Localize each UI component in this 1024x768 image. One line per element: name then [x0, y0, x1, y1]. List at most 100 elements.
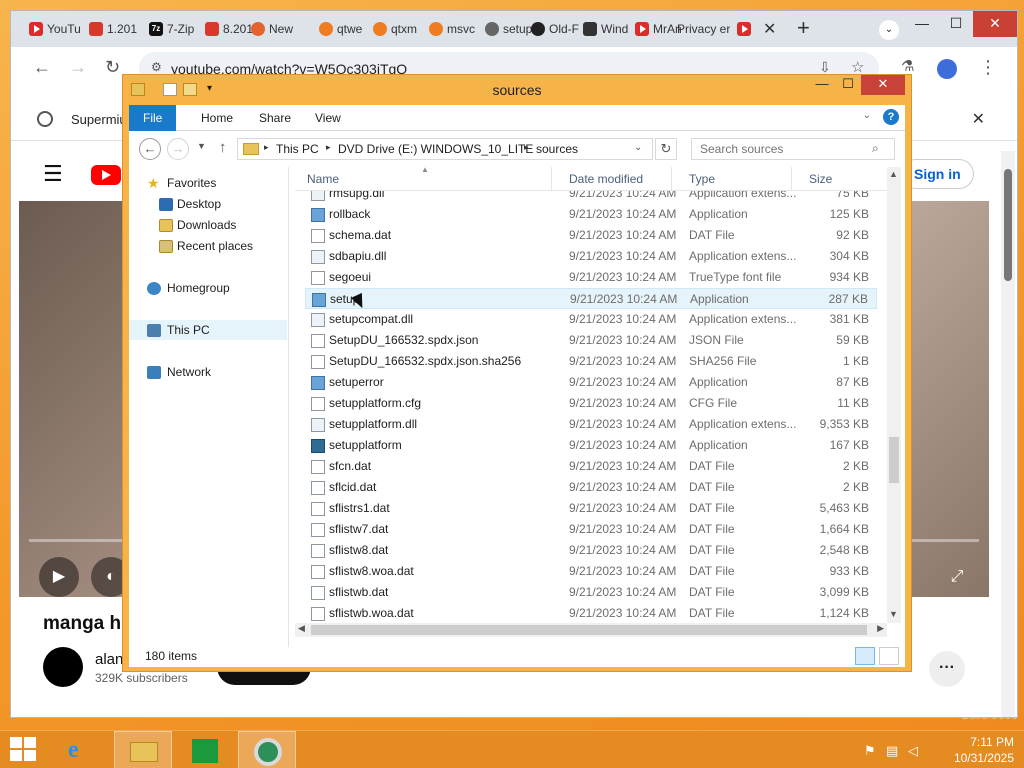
chrome-maximize-button[interactable]: ☐ [939, 11, 973, 37]
large-icons-view-icon[interactable] [879, 647, 899, 665]
tab-home[interactable]: Home [187, 105, 247, 131]
file-row[interactable]: sflistw8.dat 9/21/2023 10:24 AM DAT File 2,… [305, 540, 877, 561]
forward-arrow-icon[interactable]: → [69, 57, 87, 78]
flag-icon[interactable]: ⚑ [864, 743, 876, 759]
chrome-tab[interactable]: YouTu [29, 17, 81, 41]
clock-time[interactable]: 7:11 PM [970, 735, 1014, 749]
file-row[interactable]: setupplatform.dll 9/21/2023 10:24 AM Appli… [305, 414, 877, 435]
chrome-tab[interactable]: 8.201 [205, 17, 253, 41]
up-arrow-icon[interactable]: ↑ [219, 139, 227, 156]
taskbar-store[interactable] [176, 731, 234, 768]
network-tray-icon[interactable]: ▤ [886, 743, 898, 759]
nav-favorites[interactable]: ★ Favorites [129, 173, 287, 193]
nav-downloads[interactable]: Downloads [129, 215, 287, 235]
taskbar-internet-explorer[interactable]: e [52, 731, 110, 768]
vertical-scrollbar-thumb[interactable] [889, 437, 899, 483]
refresh-icon[interactable]: ↻ [655, 138, 677, 160]
new-tab-button[interactable]: + [797, 15, 810, 41]
scroll-down-arrow-icon[interactable]: ▼ [889, 609, 898, 619]
taskbar-file-explorer[interactable] [114, 731, 172, 768]
tab-close-icon[interactable]: ✕ [763, 19, 776, 39]
breadcrumb-dvd-drive[interactable]: DVD Drive (E:) WINDOWS_10_LITE [338, 142, 533, 156]
labs-flask-icon[interactable]: ⚗ [901, 57, 914, 75]
file-row[interactable]: SetupDU_166532.spdx.json 9/21/2023 10:24 … [305, 330, 877, 351]
page-scrollbar[interactable] [1001, 151, 1015, 717]
nav-desktop[interactable]: Desktop [129, 194, 287, 214]
reload-icon[interactable]: ↻ [105, 57, 120, 78]
nav-recent-places[interactable]: Recent places [129, 236, 287, 256]
file-row[interactable]: segoeui 9/21/2023 10:24 AM TrueType font f… [305, 267, 877, 288]
file-row[interactable]: SetupDU_166532.spdx.json.sha256 9/21/2023… [305, 351, 877, 372]
file-row[interactable]: schema.dat 9/21/2023 10:24 AM DAT File 92 K… [305, 225, 877, 246]
recent-locations-icon[interactable]: ▼ [197, 141, 206, 151]
details-view-icon[interactable] [855, 647, 875, 665]
breadcrumb-separator[interactable]: ▸ [524, 142, 529, 153]
maximize-button[interactable]: ☐ [835, 75, 861, 95]
taskbar-chrome[interactable] [238, 731, 296, 768]
expand-ribbon-icon[interactable]: ⌄ [863, 110, 871, 121]
breadcrumb-sources[interactable]: sources [536, 142, 578, 156]
file-row[interactable]: sflistwb.woa.dat 9/21/2023 10:24 AM DAT Fi… [305, 603, 877, 623]
scroll-up-arrow-icon[interactable]: ▲ [889, 169, 898, 179]
chrome-tab[interactable]: msvc [429, 17, 475, 41]
breadcrumb-this-pc[interactable]: This PC [276, 142, 319, 156]
close-icon[interactable]: ✕ [972, 109, 985, 129]
file-row[interactable]: setupcompat.dll 9/21/2023 10:24 AM Applica… [305, 309, 877, 330]
help-icon[interactable]: ? [883, 109, 899, 125]
channel-name[interactable]: alan [95, 651, 123, 668]
chrome-tab[interactable]: Old-F [531, 17, 579, 41]
column-name[interactable]: Name [307, 172, 339, 186]
file-row[interactable]: sflcid.dat 9/21/2023 10:24 AM DAT File 2 KB [305, 477, 877, 498]
chrome-tab[interactable]: qtwe [319, 17, 362, 41]
chrome-tab[interactable]: setup [485, 17, 532, 41]
file-row[interactable]: sdbapiu.dll 9/21/2023 10:24 AM Application… [305, 246, 877, 267]
column-divider[interactable] [671, 167, 672, 191]
chrome-tab[interactable]: 7z 7-Zip [149, 17, 194, 41]
chrome-tab[interactable]: 1.201 [89, 17, 137, 41]
file-row[interactable]: rmsupg.dll 9/21/2023 10:24 AM Application … [305, 191, 877, 204]
horizontal-scrollbar-thumb[interactable] [311, 625, 867, 635]
scroll-right-arrow-icon[interactable]: ▶ [877, 623, 884, 634]
file-row[interactable]: setup 9/21/2023 10:24 AM Application 287 KB [305, 288, 877, 309]
fullscreen-icon[interactable]: ⤢ [937, 557, 977, 597]
search-input[interactable] [691, 138, 895, 160]
tab-share[interactable]: Share [245, 105, 305, 131]
column-divider[interactable] [551, 167, 552, 191]
chrome-tab[interactable]: Wind [583, 17, 628, 41]
play-button[interactable]: ▶ [39, 557, 79, 597]
tab-file[interactable]: File [129, 105, 177, 131]
chrome-tab[interactable]: Privacy er [677, 17, 730, 41]
nav-homegroup[interactable]: Homegroup [129, 278, 287, 298]
profile-avatar-icon[interactable] [937, 59, 957, 79]
channel-avatar[interactable] [43, 647, 83, 687]
chrome-tab[interactable]: New [251, 17, 293, 41]
tab-view[interactable]: View [301, 105, 355, 131]
volume-muted-icon[interactable]: ◁ [908, 743, 918, 759]
scroll-left-arrow-icon[interactable]: ◀ [298, 623, 305, 634]
file-row[interactable]: sflistw8.woa.dat 9/21/2023 10:24 AM DAT Fi… [305, 561, 877, 582]
close-button[interactable]: ✕ [861, 75, 905, 95]
minimize-button[interactable]: — [809, 75, 835, 95]
file-row[interactable]: sflistw7.dat 9/21/2023 10:24 AM DAT File 1,… [305, 519, 877, 540]
file-row[interactable]: sfcn.dat 9/21/2023 10:24 AM DAT File 2 KB [305, 456, 877, 477]
chrome-minimize-button[interactable]: — [905, 11, 939, 37]
chrome-menu-icon[interactable]: ⋮ [979, 57, 997, 78]
file-row[interactable]: sflistwb.dat 9/21/2023 10:24 AM DAT File 3,… [305, 582, 877, 603]
site-info-icon[interactable]: ⚙ [151, 60, 162, 74]
column-type[interactable]: Type [689, 172, 715, 186]
hamburger-menu-icon[interactable]: ☰ [43, 161, 63, 187]
tab-search-button[interactable]: ⌄ [879, 20, 899, 40]
breadcrumb-separator[interactable]: ▸ [326, 142, 331, 153]
back-arrow-icon[interactable]: ← [33, 57, 51, 78]
chrome-tab[interactable]: qtxm [373, 17, 417, 41]
nav-network[interactable]: Network [129, 362, 287, 382]
address-dropdown-icon[interactable]: ⌄ [634, 142, 642, 153]
forward-button[interactable]: → [167, 138, 189, 160]
horizontal-scrollbar[interactable]: ◀ ▶ [295, 623, 887, 637]
back-button[interactable]: ← [139, 138, 161, 160]
breadcrumb-separator[interactable]: ▸ [264, 142, 269, 153]
nav-this-pc[interactable]: This PC [129, 320, 287, 340]
address-breadcrumb[interactable]: ▸ This PC ▸ DVD Drive (E:) WINDOWS_10_LI… [237, 138, 653, 160]
vertical-scrollbar[interactable]: ▲ ▼ [887, 167, 901, 623]
file-row[interactable]: sflistrs1.dat 9/21/2023 10:24 AM DAT File 5… [305, 498, 877, 519]
